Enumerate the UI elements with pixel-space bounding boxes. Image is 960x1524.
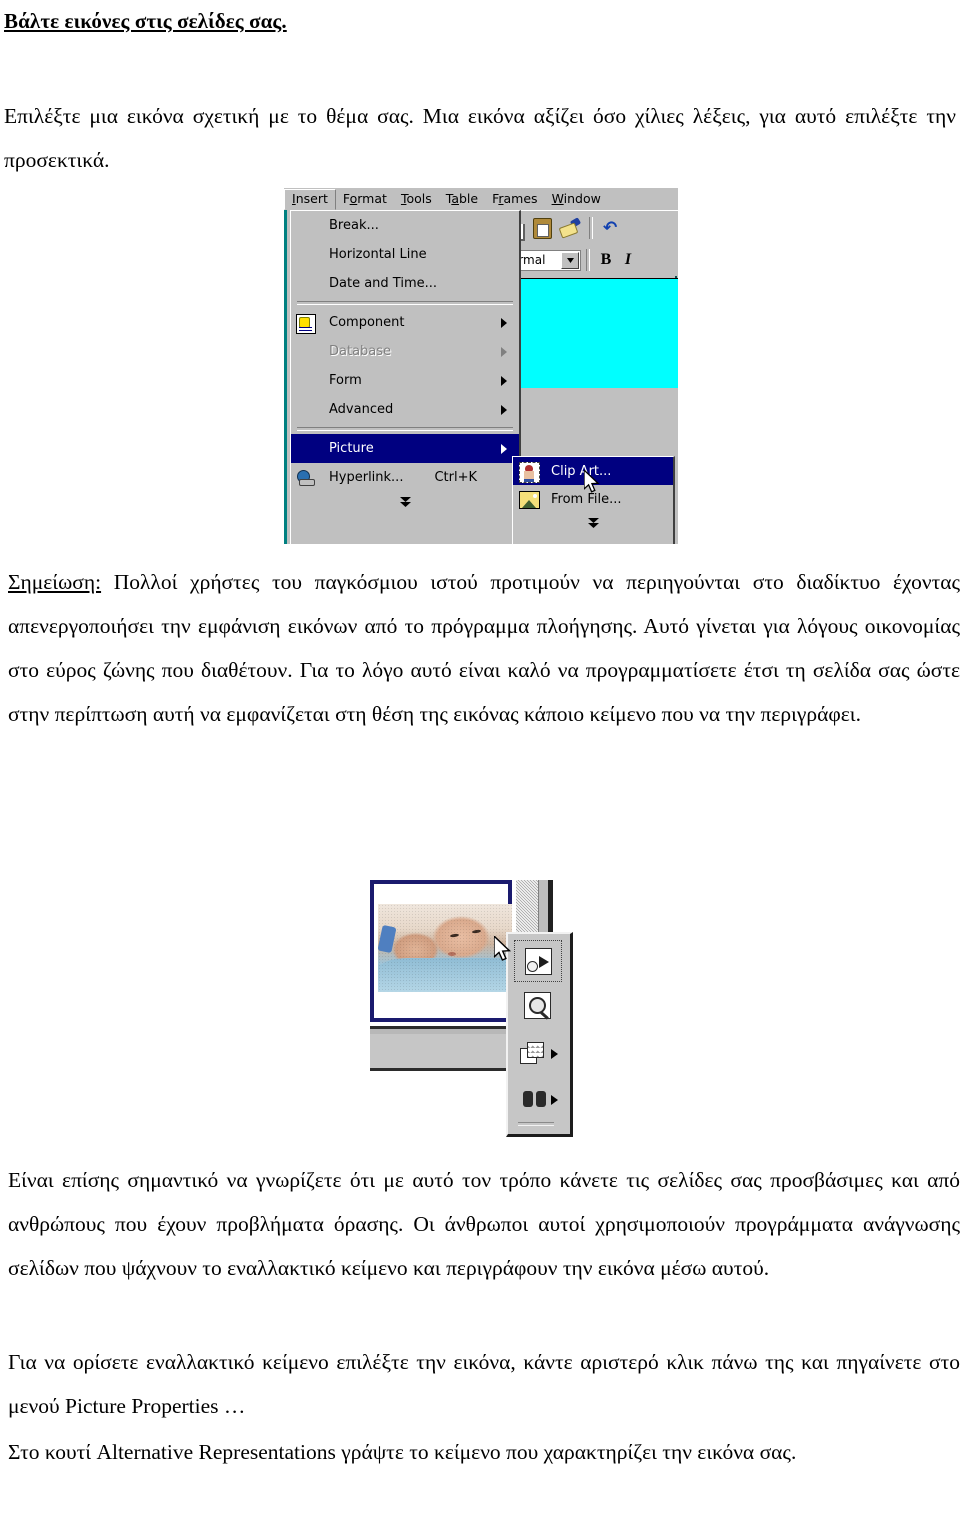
submenu-arrow-icon: [551, 1095, 558, 1105]
submenu-arrow-icon: [551, 1049, 558, 1059]
document-edge-left: [284, 210, 287, 544]
insert-clip-icon: [525, 948, 552, 975]
menu-separator-2: [297, 427, 513, 431]
submenu-arrow-icon: [501, 317, 507, 328]
no-icon: [293, 398, 319, 422]
baby-photo: [378, 904, 512, 992]
insert-dropdown-menu: Break... Horizontal Line Date and Time..…: [290, 210, 521, 544]
document-body: Βάλτε εικόνες στις σελίδες σας. Επιλέξτε…: [0, 0, 960, 182]
submenu-arrow-icon: [501, 375, 507, 386]
insert-menu-screenshot: ↶ Normal B I Insert Format Tools Table F…: [284, 188, 678, 544]
menu-item-shortcut: Ctrl+K: [434, 470, 477, 485]
submenu-item-label: Clip Art...: [551, 463, 612, 479]
alt-text-instructions-paragraph: Για να ορίσετε εναλλακτικό κείμενο επιλέ…: [8, 1350, 960, 1418]
submenu-arrow-icon: [501, 443, 507, 454]
menu-item-label: Date and Time...: [329, 276, 438, 291]
menu-item-hyperlink[interactable]: Hyperlink... Ctrl+K: [291, 463, 519, 492]
note-paragraph: Σημείωση: Πολλοί χρήστες του παγκόσμιου …: [8, 560, 960, 736]
picture-submenu: Clip Art... From File...: [512, 456, 675, 544]
note-label: Σημείωση:: [8, 570, 102, 594]
toolbar-separator: [589, 217, 593, 239]
menubar-item-table[interactable]: Table: [439, 190, 485, 209]
note-body: Πολλοί χρήστες του παγκόσμιου ιστού προτ…: [8, 570, 960, 726]
menu-item-break[interactable]: Break...: [291, 211, 519, 240]
intro-paragraph: Επιλέξτε μια εικόνα σχετική με το θέμα σ…: [4, 104, 956, 172]
menu-item-label: Picture: [329, 441, 374, 456]
selected-clip-thumbnail[interactable]: [370, 880, 512, 1022]
menu-item-horizontal-line[interactable]: Horizontal Line: [291, 240, 519, 269]
photo-dither-texture: [378, 904, 512, 992]
toolbar-bottom-separator: [518, 1122, 554, 1126]
menubar-item-window[interactable]: Window: [545, 190, 608, 209]
add-to-favorites-icon: [520, 1042, 544, 1064]
hyperlink-icon: [293, 466, 319, 490]
gallery-next-row: [370, 1034, 512, 1071]
double-chevron-down-icon: [587, 518, 600, 530]
gallery-scrollbar-edge[interactable]: [538, 880, 550, 932]
format-painter-icon[interactable]: [558, 216, 582, 240]
alternative-representations-paragraph: Στο κουτί Alternative Representations γρ…: [8, 1440, 797, 1464]
menu-item-label: Advanced: [329, 402, 394, 417]
double-chevron-down-icon: [399, 497, 412, 509]
clip-popup-toolbar: [506, 932, 573, 1137]
menu-item-date-and-time[interactable]: Date and Time...: [291, 269, 519, 298]
submenu-item-clip-art[interactable]: Clip Art...: [513, 457, 673, 485]
bold-button[interactable]: B: [595, 251, 617, 269]
menu-item-label: Database: [329, 344, 392, 359]
chevron-down-icon[interactable]: [561, 251, 579, 269]
menu-separator: [297, 301, 513, 305]
toolbar-separator-2: [586, 249, 590, 271]
no-icon: [293, 369, 319, 393]
menu-item-label: Break...: [329, 218, 379, 233]
menu-item-component[interactable]: Component: [291, 308, 519, 337]
submenu-arrow-icon: [501, 346, 507, 357]
insert-clip-button[interactable]: [514, 940, 562, 982]
menu-item-database: Database: [291, 337, 519, 366]
menu-item-label: Horizontal Line: [329, 247, 427, 262]
submenu-item-from-file[interactable]: From File...: [513, 485, 673, 513]
expand-menu-button[interactable]: [291, 492, 519, 514]
gallery-window-border: [550, 880, 553, 932]
find-similar-clips-icon: [522, 1089, 548, 1109]
menu-item-picture[interactable]: Picture: [291, 434, 519, 463]
clipart-icon: [515, 459, 541, 483]
find-similar-clips-button[interactable]: [514, 1080, 560, 1120]
menubar-item-frames[interactable]: Frames: [485, 190, 544, 209]
preview-clip-button[interactable]: [514, 986, 560, 1026]
no-icon: [293, 214, 319, 238]
expand-submenu-button[interactable]: [513, 513, 673, 535]
no-icon: [293, 340, 319, 364]
clipart-gallery-screenshot: [370, 880, 588, 1142]
page-title: Βάλτε εικόνες στις σελίδες σας.: [4, 9, 287, 33]
submenu-arrow-icon: [501, 404, 507, 415]
paste-icon[interactable]: [530, 216, 554, 240]
no-icon: [293, 272, 319, 296]
menu-item-label: Hyperlink...: [329, 470, 404, 485]
accessibility-paragraph: Είναι επίσης σημαντικό να γνωρίζετε ότι …: [8, 1168, 960, 1280]
selected-document-area: [502, 278, 678, 389]
menubar-item-insert[interactable]: Insert: [284, 188, 336, 210]
menu-item-label: Component: [329, 315, 405, 330]
menu-item-form[interactable]: Form: [291, 366, 519, 395]
add-to-favorites-button[interactable]: [514, 1034, 560, 1074]
component-icon: [293, 311, 319, 335]
undo-icon[interactable]: ↶: [600, 216, 624, 240]
fromfile-icon: [515, 487, 541, 511]
menu-item-label: Form: [329, 373, 362, 388]
submenu-item-label: From File...: [551, 491, 622, 507]
gallery-scrollbar-track[interactable]: [516, 880, 538, 932]
menu-item-advanced[interactable]: Advanced: [291, 395, 519, 424]
menubar: Insert Format Tools Table Frames Window: [284, 188, 678, 210]
no-icon: [293, 243, 319, 267]
menubar-item-tools[interactable]: Tools: [394, 190, 439, 209]
no-icon: [293, 437, 319, 461]
menubar-item-format[interactable]: Format: [336, 190, 394, 209]
italic-button[interactable]: I: [617, 251, 639, 269]
preview-clip-icon: [524, 992, 551, 1019]
